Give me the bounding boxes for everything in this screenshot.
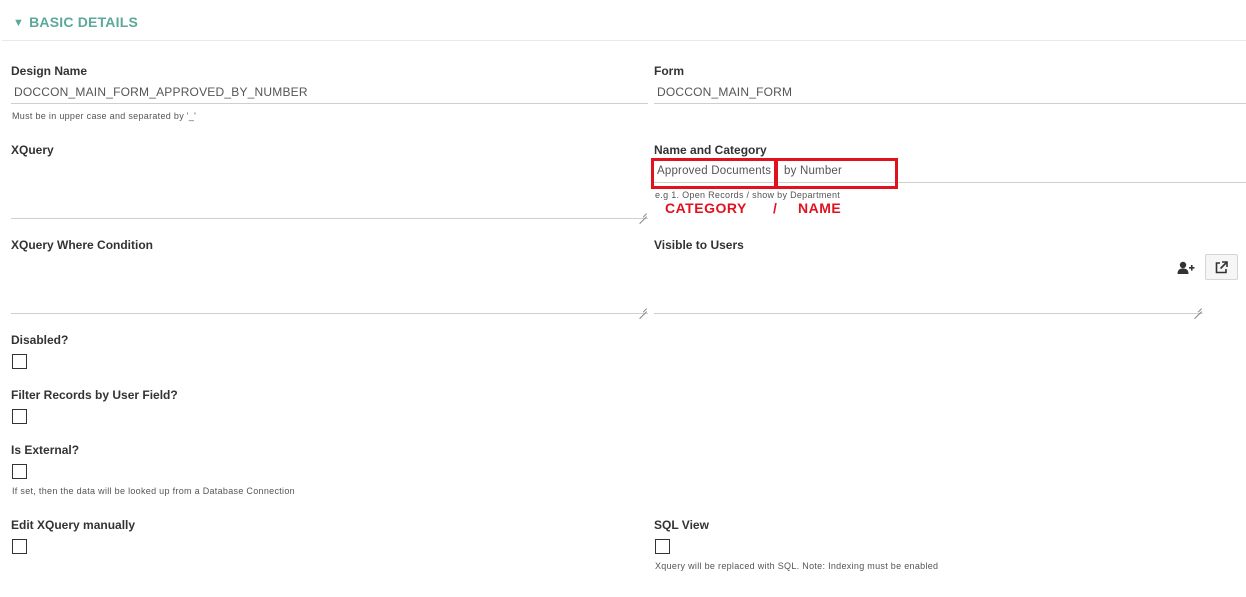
disabled-label: Disabled? [11, 333, 69, 347]
design-name-input[interactable]: DOCCON_MAIN_FORM_APPROVED_BY_NUMBER [11, 82, 648, 104]
resize-grip-icon[interactable] [1194, 304, 1202, 312]
is-external-label: Is External? [11, 443, 80, 457]
name-annotation: NAME [798, 200, 842, 216]
annotation-slash: / [773, 200, 778, 216]
edit-xquery-label: Edit XQuery manually [11, 518, 136, 532]
section-header[interactable]: ▼ BASIC DETAILS [2, 4, 1246, 41]
section-title[interactable]: ▼ BASIC DETAILS [13, 14, 138, 30]
name-category-help: e.g 1. Open Records / show by Department [655, 190, 841, 200]
filter-records-checkbox[interactable] [12, 409, 27, 424]
xquery-where-label: XQuery Where Condition [11, 238, 154, 252]
xquery-where-textarea[interactable] [11, 256, 648, 314]
external-link-icon [1215, 260, 1228, 273]
xquery-textarea[interactable] [11, 161, 648, 219]
caret-down-icon[interactable]: ▼ [13, 17, 24, 29]
basic-details-panel: ▼ BASIC DETAILS Design Name DOCCON_MAIN_F… [2, 4, 1246, 572]
filter-records-label: Filter Records by User Field? [11, 388, 178, 402]
visible-users-textarea[interactable] [654, 256, 1203, 314]
sql-view-help: Xquery will be replaced with SQL. Note: … [655, 561, 939, 571]
design-name-label: Design Name [11, 64, 88, 78]
category-highlight-box [651, 158, 777, 189]
form-input[interactable]: DOCCON_MAIN_FORM [654, 82, 1246, 104]
category-annotation: CATEGORY [665, 200, 747, 216]
open-users-button[interactable] [1205, 254, 1238, 280]
form-label: Form [654, 64, 684, 78]
sql-view-checkbox[interactable] [655, 539, 670, 554]
xquery-label: XQuery [11, 143, 54, 157]
resize-grip-icon[interactable] [639, 304, 647, 312]
name-category-label: Name and Category [654, 143, 767, 157]
section-title-text: BASIC DETAILS [29, 14, 138, 30]
visible-users-label: Visible to Users [654, 238, 744, 252]
design-name-help: Must be in upper case and separated by '… [12, 111, 197, 121]
edit-xquery-checkbox[interactable] [12, 539, 27, 554]
disabled-checkbox[interactable] [12, 354, 27, 369]
is-external-help: If set, then the data will be looked up … [12, 486, 295, 496]
sql-view-label: SQL View [654, 518, 709, 532]
is-external-checkbox[interactable] [12, 464, 27, 479]
name-highlight-box [775, 158, 898, 189]
resize-grip-icon[interactable] [639, 209, 647, 217]
